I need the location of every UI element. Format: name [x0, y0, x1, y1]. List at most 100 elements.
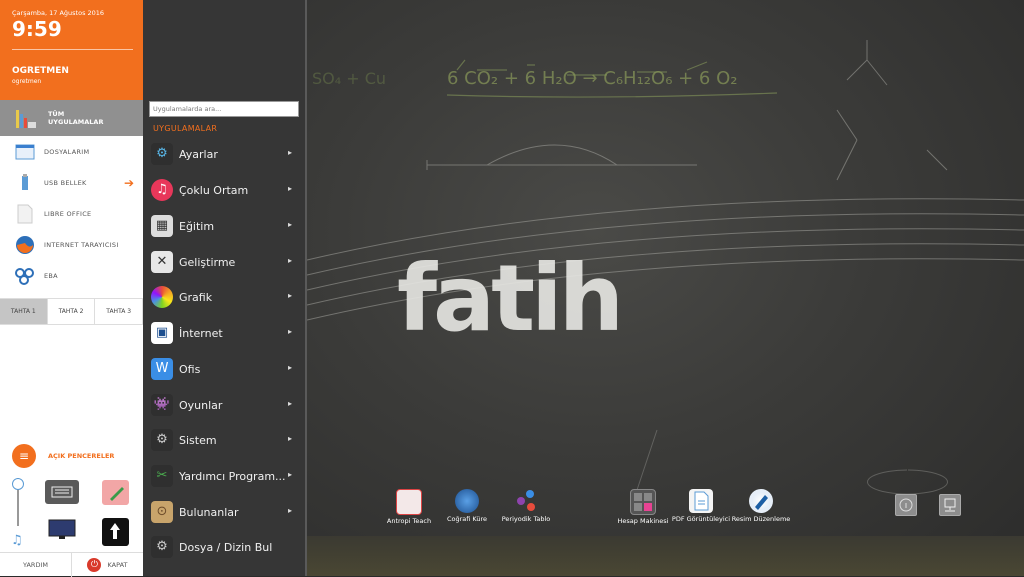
desktop-background: 6 CO₂ + 6 H₂O → C₆H₁₂O₆ + 6 O₂ SO₄ + Cu … — [307, 0, 1024, 576]
firefox-icon — [14, 234, 36, 256]
menu-item-label: Çoklu Ortam — [179, 184, 249, 197]
svg-text:SO₄ + Cu: SO₄ + Cu — [312, 69, 386, 88]
menu-item-10[interactable]: ⊙ Bulunanlar ▸ — [143, 496, 303, 530]
date-label: Çarşamba, 17 Ağustos 2016 — [12, 9, 105, 17]
gamepad-icon: 👾 — [151, 394, 173, 416]
office-icon: W — [151, 358, 173, 380]
desktop-icon-globe[interactable]: Coğrafi Küre — [437, 489, 497, 523]
menu-item-6[interactable]: W Ofis ▸ — [143, 353, 303, 387]
pdf-icon — [689, 489, 713, 513]
application-menu: Uygulamalarda ara... UYGULAMALAR ⚙ Ayarla… — [143, 0, 307, 576]
user-name: OGRETMEN — [12, 66, 69, 76]
left-panel: Çarşamba, 17 Ağustos 2016 9:59 OGRETMEN … — [0, 0, 144, 577]
nav-label: LIBRE OFFICE — [44, 210, 92, 218]
desktop-icon-label: Coğrafi Küre — [446, 515, 488, 523]
menu-item-label: Yardımcı Program... — [179, 470, 286, 483]
network-tray-button[interactable] — [939, 494, 961, 516]
desktop-icon-label: Hesap Makinesi — [617, 517, 669, 525]
menu-item-3[interactable]: ✕ Geliştirme ▸ — [143, 246, 303, 280]
svg-text:6 CO₂ + 6 H₂O → C₆H₁₂O₆ + 6 O₂: 6 CO₂ + 6 H₂O → C₆H₁₂O₆ + 6 O₂ — [447, 68, 738, 89]
menu-item-2[interactable]: ▦ Eğitim ▸ — [143, 210, 303, 244]
desktop-icon-pdf[interactable]: PDF Görüntüleyici — [671, 489, 731, 523]
all-apps-label: TÜM UYGULAMALAR — [48, 110, 104, 126]
slider-knob[interactable] — [12, 478, 24, 490]
tab-tahta-3[interactable]: TAHTA 3 — [95, 299, 144, 324]
menu-item-label: Sistem — [179, 434, 217, 447]
menu-item-label: Ofis — [179, 363, 201, 376]
menu-item-1[interactable]: ♫ Çoklu Ortam ▸ — [143, 174, 303, 208]
menu-heading: UYGULAMALAR — [153, 124, 218, 133]
image-edit-icon — [749, 489, 773, 513]
chevron-right-icon: ▸ — [288, 256, 293, 265]
keyboard-button[interactable] — [45, 480, 79, 504]
menu-item-label: Ayarlar — [179, 148, 218, 161]
menu-item-5[interactable]: ▣ İnternet ▸ — [143, 317, 303, 351]
desktop-icon-calculator[interactable]: Hesap Makinesi — [613, 489, 673, 525]
all-apps-icon — [14, 106, 38, 130]
tab-tahta-1[interactable]: TAHTA 1 — [0, 299, 48, 324]
menu-item-4[interactable]: Grafik ▸ — [143, 281, 303, 315]
menu-item-8[interactable]: ⚙ Sistem ▸ — [143, 424, 303, 458]
menu-item-label: Eğitim — [179, 220, 215, 233]
chevron-right-icon: ▸ — [288, 399, 293, 408]
list-icon: ≡ — [12, 444, 36, 468]
help-button[interactable]: YARDIM — [0, 553, 72, 577]
network-icon: ▣ — [151, 322, 173, 344]
chevron-right-icon: ▸ — [288, 363, 293, 372]
menu-item-label: Grafik — [179, 291, 213, 304]
nav-item-files[interactable]: DOSYALARIM — [0, 136, 143, 167]
folder-icon — [14, 141, 36, 163]
monitor-icon — [48, 519, 76, 539]
pen-button[interactable] — [102, 480, 129, 505]
menu-item-label: Geliştirme — [179, 256, 236, 269]
tools-icon: ✕ — [151, 251, 173, 273]
bottom-bar: YARDIM ⏻ KAPAT — [0, 552, 143, 577]
music-note-icon: ♫ — [11, 533, 23, 548]
desktop-icon-label: Antropi Teach — [386, 517, 432, 525]
nav-item-eba[interactable]: EBA — [0, 260, 143, 291]
upload-button[interactable] — [102, 518, 129, 546]
shutdown-label: KAPAT — [107, 561, 128, 569]
desktop-icon-label: Periyodik Tablo — [501, 515, 551, 523]
menu-item-7[interactable]: 👾 Oyunlar ▸ — [143, 389, 303, 423]
desktop-icon-label: PDF Görüntüleyici — [671, 515, 731, 523]
eba-icon — [14, 265, 36, 287]
tab-tahta-2[interactable]: TAHTA 2 — [47, 299, 96, 324]
find-icon: ⚙ — [151, 536, 173, 558]
desktop-icon-antropi[interactable]: Antropi Teach — [379, 489, 439, 525]
desktop-floor — [307, 536, 1024, 576]
nav-item-libreoffice[interactable]: LIBRE OFFICE — [0, 198, 143, 229]
chevron-right-icon: ▸ — [288, 184, 293, 193]
usb-icon — [14, 172, 36, 194]
menu-item-11[interactable]: ⚙ Dosya / Dizin Bul — [143, 531, 303, 565]
menu-item-label: İnternet — [179, 327, 223, 340]
search-input[interactable]: Uygulamalarda ara... — [149, 101, 299, 117]
chevron-right-icon: ▸ — [288, 220, 293, 229]
nav-label: INTERNET TARAYICISI — [44, 241, 119, 249]
chevron-right-icon: ▸ — [288, 506, 293, 515]
nav-item-browser[interactable]: INTERNET TARAYICISI — [0, 229, 143, 260]
arrow-right-icon: ➔ — [124, 176, 135, 190]
globe-icon — [455, 489, 479, 513]
desktop-icon-image-edit[interactable]: Resim Düzenleme — [731, 489, 791, 523]
menu-item-label: Oyunlar — [179, 399, 223, 412]
screen-button[interactable] — [45, 518, 79, 542]
nav-label: USB BELLEK — [44, 179, 87, 187]
nav-label: DOSYALARIM — [44, 148, 90, 156]
menu-item-9[interactable]: ✂ Yardımcı Program... ▸ — [143, 460, 303, 494]
all-apps-button[interactable]: TÜM UYGULAMALAR — [0, 100, 143, 136]
desktop-icon-periodic[interactable]: Periyodik Tablo — [496, 489, 556, 523]
accessories-icon: ✂ — [151, 465, 173, 487]
info-tray-button[interactable] — [895, 494, 917, 516]
desktop-icon-label: Resim Düzenleme — [731, 515, 791, 523]
chevron-right-icon: ▸ — [288, 291, 293, 300]
nav-item-usb[interactable]: USB BELLEK ➔ — [0, 167, 143, 198]
clock: 9:59 — [12, 17, 62, 41]
shutdown-button[interactable]: ⏻ KAPAT — [72, 553, 143, 577]
volume-slider[interactable] — [12, 478, 24, 526]
document-icon — [14, 203, 36, 225]
chevron-right-icon: ▸ — [288, 470, 293, 479]
fatih-logo: fatih — [397, 245, 620, 352]
open-windows-button[interactable]: ≡ AÇIK PENCERELER — [12, 444, 142, 468]
menu-item-0[interactable]: ⚙ Ayarlar ▸ — [143, 138, 303, 172]
